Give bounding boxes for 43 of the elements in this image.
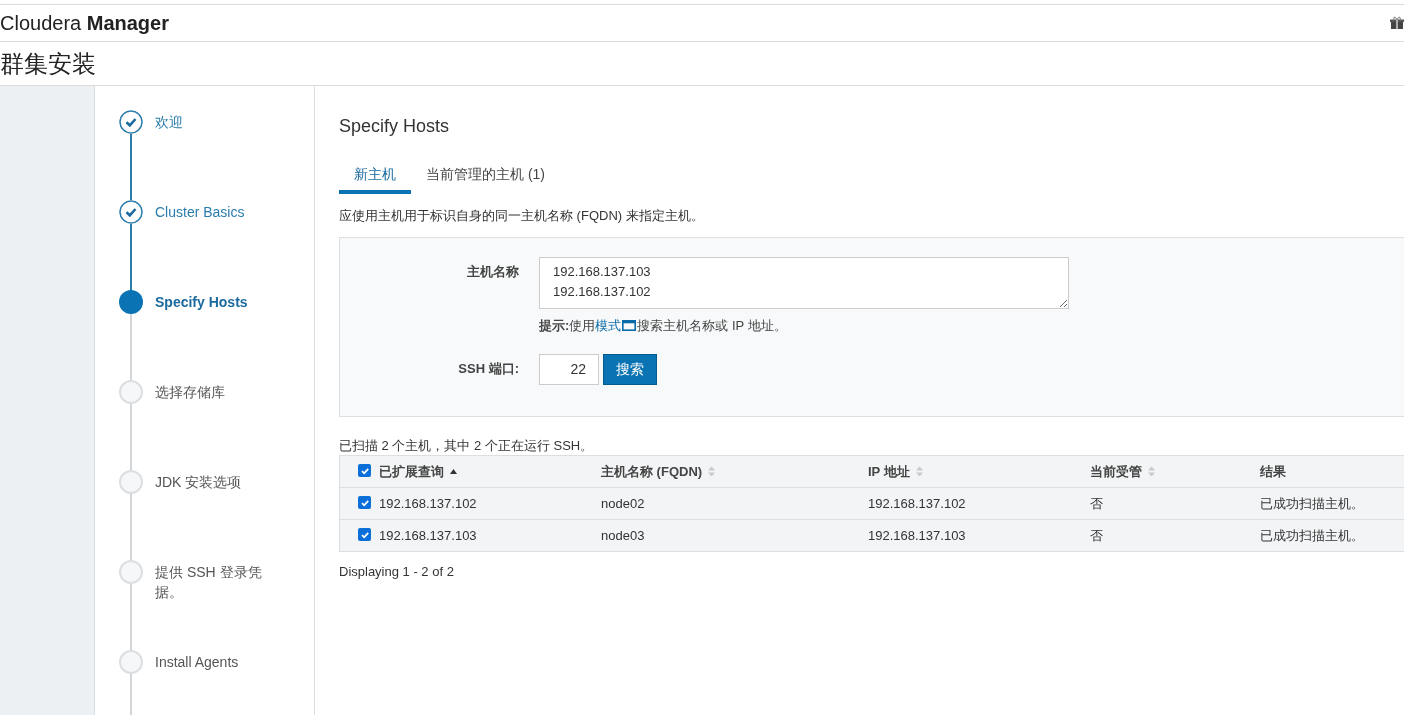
step-label[interactable]: Specify Hosts bbox=[155, 290, 275, 380]
search-button[interactable]: 搜索 bbox=[603, 353, 657, 385]
field-label: SSH 端口: bbox=[457, 360, 519, 379]
hint-text: 提示:使用模式 搜索主机名称或 IP 地址。 bbox=[539, 316, 1069, 336]
tab[interactable]: 当前管理的主机 (1) bbox=[411, 158, 560, 194]
column-header[interactable]: 结果 bbox=[1260, 455, 1404, 488]
step-label[interactable]: Cluster Basics bbox=[155, 200, 275, 290]
column-header[interactable]: 主机名称 (FQDN) bbox=[601, 455, 868, 488]
column-header[interactable]: IP 地址 bbox=[868, 455, 1090, 488]
table-cell: 否 bbox=[1090, 519, 1260, 552]
step-label[interactable]: 提供 SSH 登录凭据。 bbox=[155, 560, 275, 650]
table-cell: 192.168.137.103 bbox=[379, 519, 601, 552]
pagination-text: Displaying 1 - 2 of 2 bbox=[339, 563, 455, 581]
column-header[interactable]: 当前受管 bbox=[1090, 455, 1260, 488]
field-label: 主机名称 bbox=[466, 263, 519, 281]
table-cell: 192.168.137.103 bbox=[868, 519, 1090, 552]
gift-icon[interactable] bbox=[1390, 16, 1404, 30]
step-label[interactable]: Install Agents bbox=[155, 650, 275, 715]
checkbox[interactable] bbox=[358, 464, 371, 478]
column-header[interactable]: 已扩展查询 bbox=[379, 455, 601, 488]
step-label[interactable]: 欢迎 bbox=[155, 110, 275, 200]
table-cell: node02 bbox=[601, 487, 868, 520]
hostname-field[interactable]: 192.168.137.103 192.168.137.102 bbox=[539, 257, 1069, 309]
table-cell: 否 bbox=[1090, 487, 1260, 520]
step-label[interactable]: 选择存储库 bbox=[155, 380, 275, 470]
checkbox[interactable] bbox=[358, 528, 371, 542]
brand-logo[interactable]: Cloudera Manager bbox=[0, 8, 169, 38]
description-text: 应使用主机用于标识自身的同一主机名称 (FQDN) 来指定主机。 bbox=[339, 207, 705, 225]
step-label[interactable]: JDK 安装选项 bbox=[155, 470, 275, 560]
section-title: Specify Hosts bbox=[339, 115, 451, 138]
ssh-port-field[interactable]: 22 bbox=[539, 353, 599, 385]
sort-ascending-icon[interactable] bbox=[450, 467, 457, 476]
table-cell: 192.168.137.102 bbox=[868, 487, 1090, 520]
hint-link[interactable]: 模式 bbox=[595, 316, 622, 336]
tab[interactable]: 新主机 bbox=[339, 158, 411, 194]
page-title: 群集安装 bbox=[0, 48, 96, 79]
scan-summary: 已扫描 2 个主机，其中 2 个正在运行 SSH。 bbox=[339, 437, 595, 455]
table-cell: 192.168.137.102 bbox=[379, 487, 601, 520]
table-cell: node03 bbox=[601, 519, 868, 552]
table-cell: 已成功扫描主机。 bbox=[1260, 519, 1404, 552]
checkbox[interactable] bbox=[358, 496, 371, 510]
table-cell: 已成功扫描主机。 bbox=[1260, 487, 1404, 520]
window-icon bbox=[622, 320, 637, 332]
